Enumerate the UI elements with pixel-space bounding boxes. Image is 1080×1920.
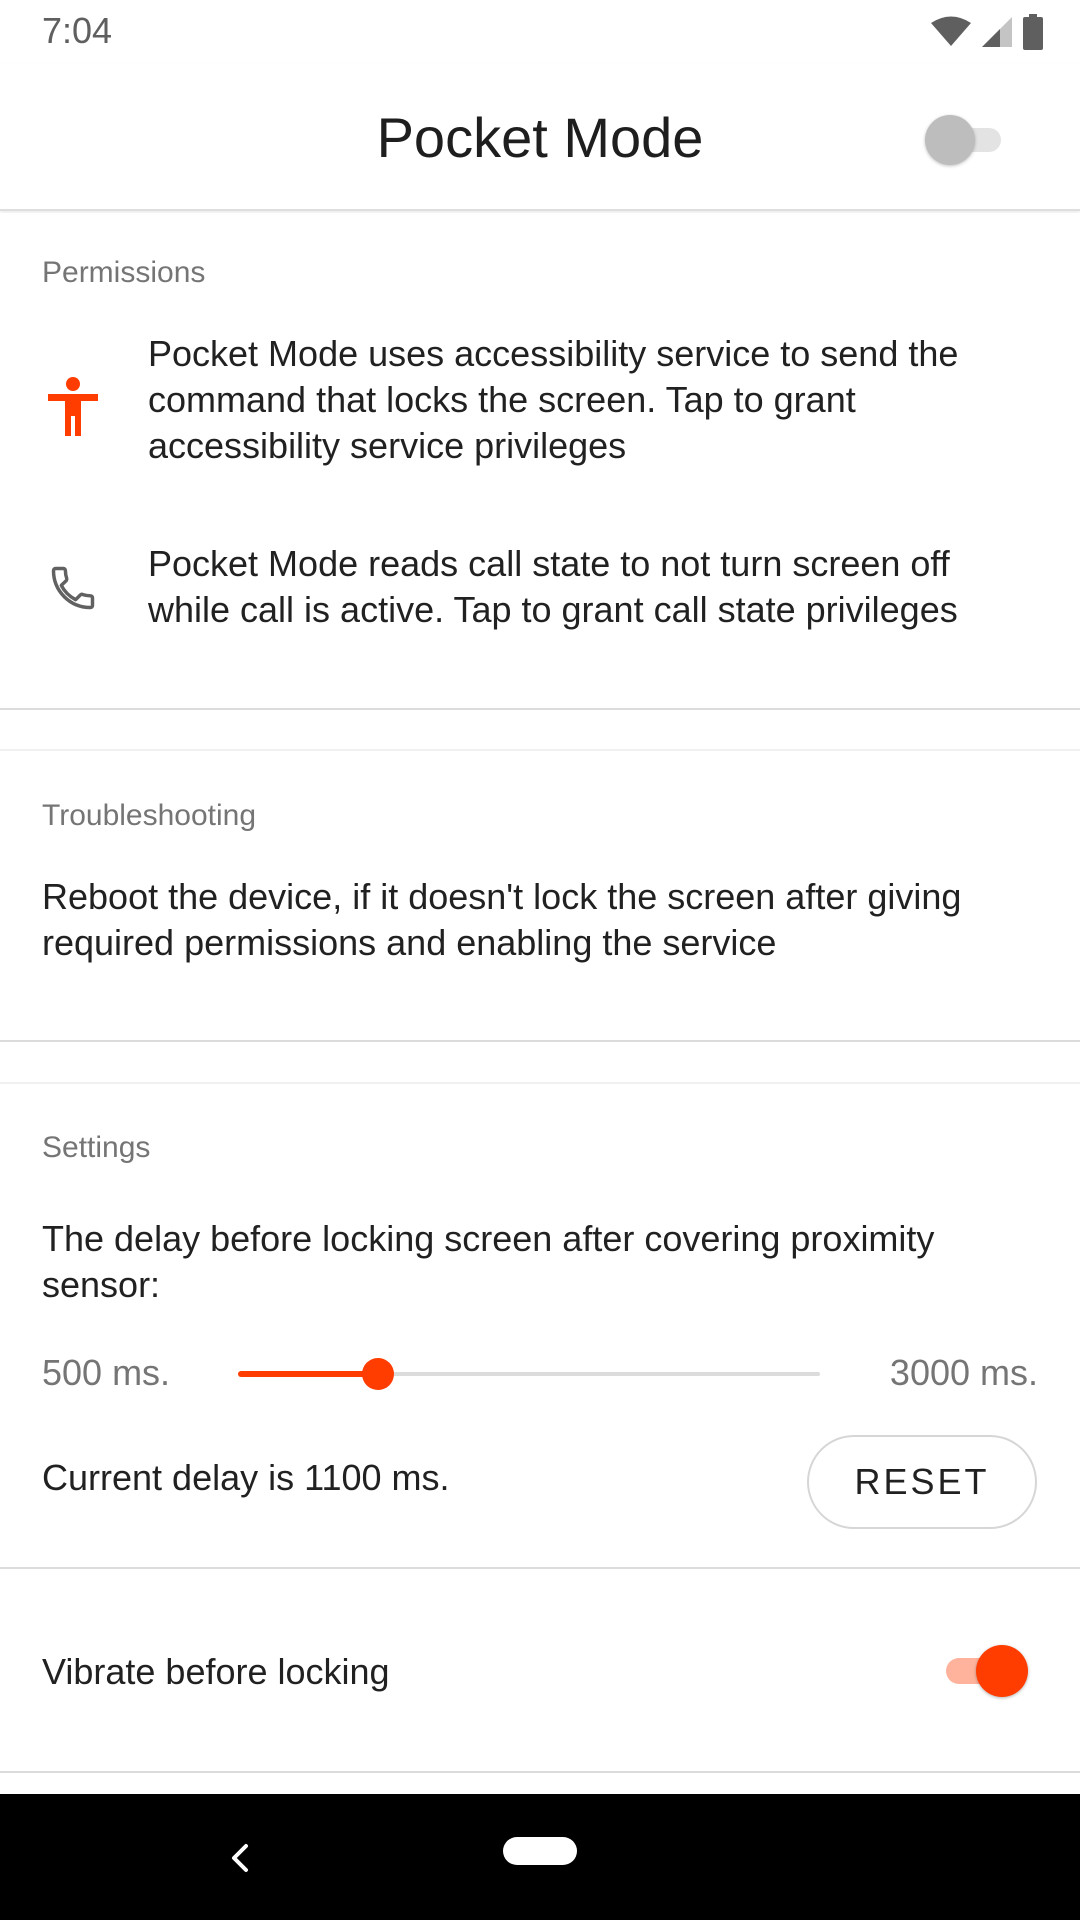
delay-description: The delay before locking screen after co…	[42, 1218, 935, 1305]
phone-icon	[40, 555, 106, 621]
troubleshooting-section: Troubleshooting Reboot the device, if it…	[0, 751, 1080, 1041]
battery-icon	[1023, 14, 1043, 50]
slider-thumb[interactable]	[361, 1358, 394, 1390]
back-icon[interactable]	[212, 1830, 268, 1886]
vibrate-row[interactable]: Vibrate before locking	[0, 1569, 1080, 1772]
wifi-icon	[931, 16, 971, 46]
status-bar: 7:04	[0, 0, 1080, 63]
troubleshooting-text: Reboot the device, if it doesn't lock th…	[42, 876, 962, 963]
call-state-permission-text: Pocket Mode reads call state to not turn…	[148, 543, 958, 630]
section-header-settings: Settings	[42, 1131, 151, 1164]
navigation-bar	[0, 1794, 1080, 1920]
vibrate-switch[interactable]	[938, 1641, 1028, 1701]
cellular-signal-icon	[982, 17, 1012, 47]
slider-min-label: 500 ms.	[42, 1352, 171, 1393]
permissions-section: Permissions Pocket Mode uses accessibili…	[0, 213, 1080, 709]
divider	[0, 708, 1080, 710]
slider-fill	[238, 1371, 378, 1377]
accessibility-permission-text: Pocket Mode uses accessibility service t…	[148, 333, 959, 466]
section-header-permissions: Permissions	[42, 256, 206, 289]
delay-slider-row: 500 ms. 3000 ms.	[0, 1344, 1080, 1404]
service-enable-switch[interactable]	[925, 111, 1009, 167]
delay-slider[interactable]	[238, 1344, 820, 1404]
status-icons	[930, 14, 1044, 50]
divider	[0, 1771, 1080, 1773]
call-state-permission-item[interactable]: Pocket Mode reads call state to not turn…	[0, 541, 1080, 641]
accessibility-icon	[40, 373, 106, 439]
home-pill[interactable]	[503, 1837, 577, 1865]
switch-thumb	[976, 1645, 1028, 1697]
section-header-troubleshooting: Troubleshooting	[42, 799, 257, 832]
status-time: 7:04	[42, 10, 113, 51]
accessibility-permission-item[interactable]: Pocket Mode uses accessibility service t…	[0, 331, 1080, 481]
current-delay-text: Current delay is 1100 ms.	[42, 1457, 450, 1498]
reset-button[interactable]: RESET	[807, 1435, 1037, 1529]
page-title: Pocket Mode	[376, 106, 704, 169]
settings-section: Settings The delay before locking screen…	[0, 1084, 1080, 1568]
slider-max-label: 3000 ms.	[889, 1352, 1038, 1393]
divider	[0, 1040, 1080, 1042]
switch-thumb	[925, 115, 975, 165]
app-bar: Pocket Mode	[0, 63, 1080, 211]
vibrate-label: Vibrate before locking	[42, 1651, 390, 1692]
